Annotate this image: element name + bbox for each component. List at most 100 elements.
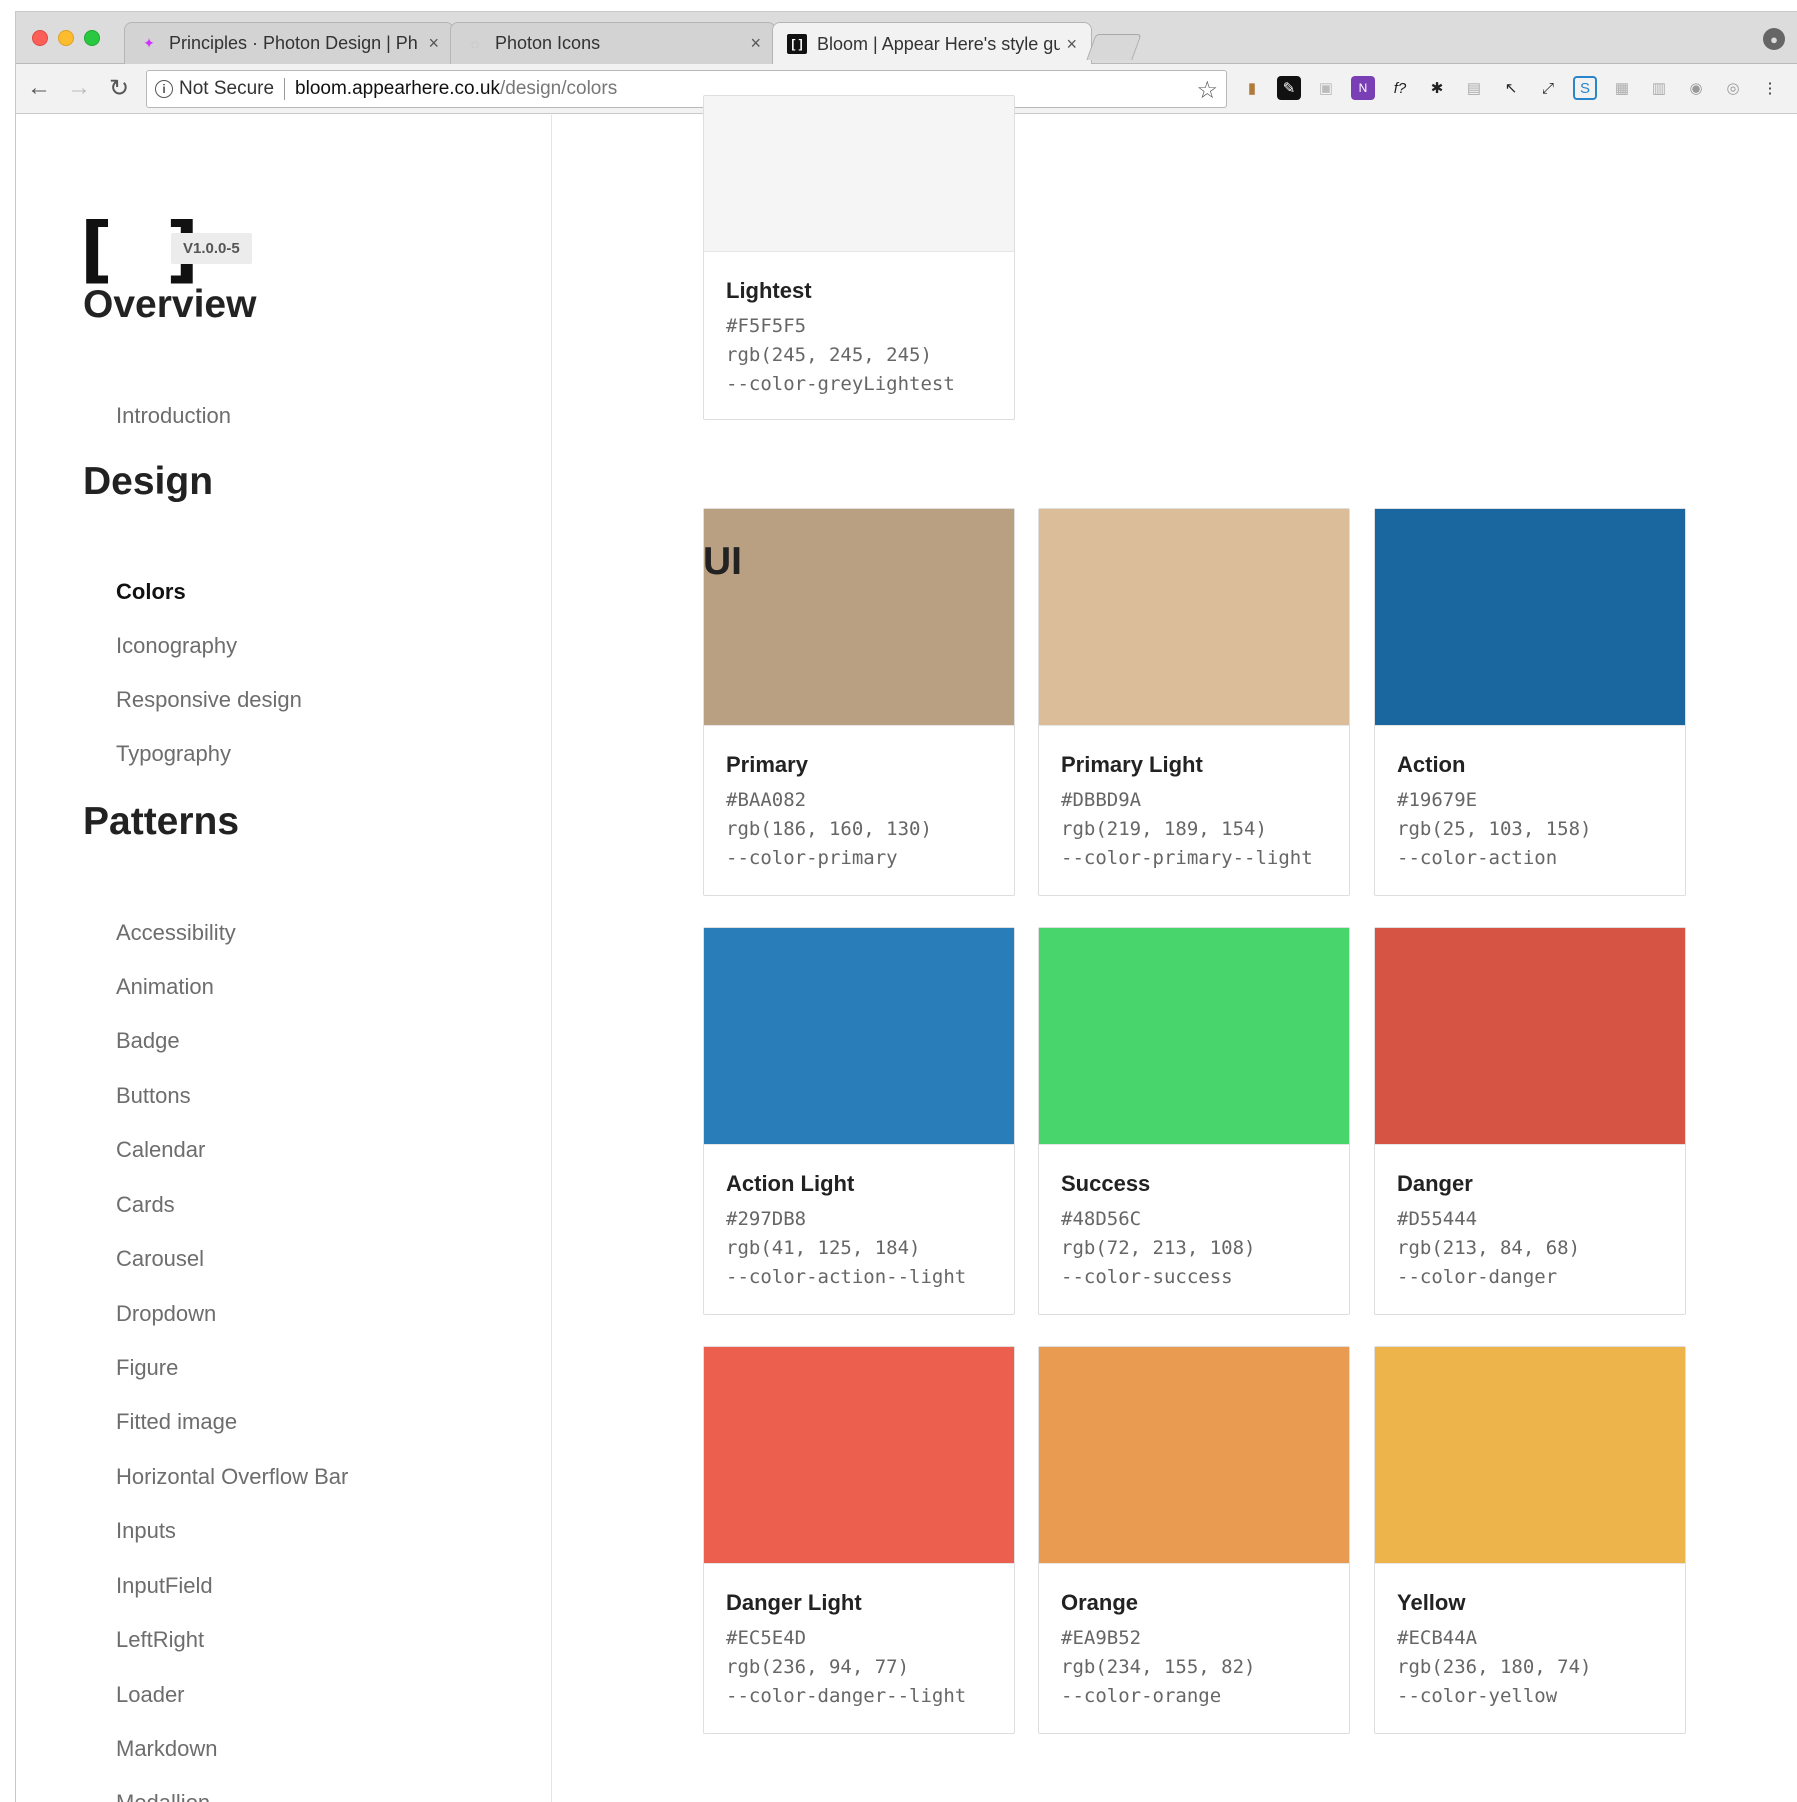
sidebar-item-buttons[interactable]: Buttons — [116, 1083, 191, 1109]
color-variable: --color-primary--light — [1061, 847, 1313, 869]
color-name: Success — [1061, 1171, 1151, 1196]
tab-close-icon[interactable]: × — [1066, 34, 1077, 55]
color-rgb: rgb(186, 160, 130) — [726, 818, 932, 840]
color-card: Danger Light #EC5E4D rgb(236, 94, 77) --col… — [703, 1346, 1015, 1734]
color-card: Orange #EA9B52 rgb(234, 155, 82) --color-or… — [1038, 1346, 1350, 1734]
color-swatch — [1375, 928, 1685, 1145]
folder-extension-icon[interactable]: ▮ — [1240, 76, 1264, 100]
color-hex: #297DB8 — [726, 1208, 807, 1230]
tab-bloom[interactable]: [ ] Bloom | Appear Here's style gu × — [772, 22, 1092, 65]
tab-close-icon[interactable]: × — [428, 33, 439, 54]
color-rgb: rgb(41, 125, 184) — [726, 1237, 921, 1259]
sidebar-item-dropdown[interactable]: Dropdown — [116, 1301, 216, 1327]
sidebar-item-responsive-design[interactable]: Responsive design — [116, 687, 302, 713]
sidebar-item-loader[interactable]: Loader — [116, 1682, 185, 1708]
color-variable: --color-danger--light — [726, 1685, 967, 1707]
picker-extension-icon[interactable]: ✱ — [1425, 76, 1449, 100]
chart-extension-icon[interactable]: ▥ — [1647, 76, 1671, 100]
bookmark-star-icon[interactable]: ☆ — [1196, 76, 1218, 105]
color-hex: #ECB44A — [1397, 1627, 1478, 1649]
color-rgb: rgb(236, 94, 77) — [726, 1656, 910, 1678]
close-window-button[interactable] — [32, 30, 48, 46]
tab-close-icon[interactable]: × — [750, 33, 761, 54]
color-variable: --color-action — [1397, 847, 1558, 869]
color-rgb: rgb(236, 180, 74) — [1397, 1656, 1592, 1678]
sidebar-item-medallion[interactable]: Medallion — [116, 1790, 210, 1802]
new-tab-button[interactable] — [1086, 34, 1142, 60]
resize-extension-icon[interactable]: ⤢ — [1536, 76, 1560, 100]
color-name: Lightest — [726, 278, 812, 303]
sidebar-item-badge[interactable]: Badge — [116, 1028, 180, 1054]
color-hex: #F5F5F5 — [726, 315, 807, 337]
screenshot-extension-icon[interactable]: S — [1573, 76, 1597, 100]
reader-extension-icon[interactable]: ▣ — [1314, 76, 1338, 100]
circle-extension-icon[interactable]: ◎ — [1721, 76, 1745, 100]
sidebar-item-cards[interactable]: Cards — [116, 1192, 175, 1218]
sidebar-item-iconography[interactable]: Iconography — [116, 633, 237, 659]
color-card-lightest: Lightest #F5F5F5 rgb(245, 245, 245) --co… — [703, 95, 1015, 420]
forward-arrow-icon[interactable]: → — [64, 72, 94, 104]
sidebar-item-inputfield[interactable]: InputField — [116, 1573, 213, 1599]
color-name: Danger — [1397, 1171, 1473, 1196]
color-swatch — [1039, 509, 1349, 726]
sidebar: [ ] V1.0.0-5 Overview Introduction Desig… — [16, 115, 552, 1802]
version-badge: V1.0.0-5 — [171, 233, 252, 264]
page-extension-icon[interactable]: ▤ — [1462, 76, 1486, 100]
reload-icon[interactable]: ↻ — [104, 72, 134, 104]
page: [ ] V1.0.0-5 Overview Introduction Desig… — [16, 95, 1797, 1802]
section-heading-ui: UI — [703, 540, 742, 583]
color-swatch — [1039, 928, 1349, 1145]
zoom-window-button[interactable] — [84, 30, 100, 46]
camera-extension-icon[interactable]: ◉ — [1684, 76, 1708, 100]
sidebar-item-markdown[interactable]: Markdown — [116, 1736, 217, 1762]
sidebar-item-accessibility[interactable]: Accessibility — [116, 920, 236, 946]
sidebar-item-fitted-image[interactable]: Fitted image — [116, 1409, 237, 1435]
back-arrow-icon[interactable]: ← — [24, 72, 54, 104]
cursor-extension-icon[interactable]: ↖ — [1499, 76, 1523, 100]
menu-kebab-icon[interactable]: ⋮ — [1758, 76, 1782, 100]
sidebar-item-animation[interactable]: Animation — [116, 974, 214, 1000]
color-swatch — [704, 509, 1014, 726]
sidebar-item-carousel[interactable]: Carousel — [116, 1246, 204, 1272]
sidebar-item-introduction[interactable]: Introduction — [116, 403, 231, 429]
profile-icon[interactable]: ● — [1763, 28, 1785, 50]
color-swatch — [704, 96, 1014, 252]
sidebar-item-colors[interactable]: Colors — [116, 579, 186, 605]
nav-section-patterns: Patterns — [83, 800, 240, 843]
info-icon[interactable]: i — [155, 80, 173, 98]
tab-principles[interactable]: ✦ Principles · Photon Design | Ph × — [124, 22, 454, 64]
color-card: Danger #D55444 rgb(213, 84, 68) --color-dan… — [1374, 927, 1686, 1315]
sidebar-item-horizontal-overflow-bar[interactable]: Horizontal Overflow Bar — [116, 1464, 348, 1490]
onenote-extension-icon[interactable]: N — [1351, 76, 1375, 100]
color-hex: #BAA082 — [726, 789, 807, 811]
color-variable: --color-action--light — [726, 1266, 967, 1288]
sidebar-item-figure[interactable]: Figure — [116, 1355, 178, 1381]
color-rgb: rgb(245, 245, 245) — [726, 344, 932, 366]
color-variable: --color-success — [1061, 1266, 1233, 1288]
sidebar-item-inputs[interactable]: Inputs — [116, 1518, 176, 1544]
color-hex: #DBBD9A — [1061, 789, 1142, 811]
security-label: Not Secure — [179, 78, 275, 99]
color-swatch — [1375, 509, 1685, 726]
color-card: Primary #BAA082 rgb(186, 160, 130) --color-… — [703, 508, 1015, 896]
color-variable: --color-primary — [726, 847, 898, 869]
minimize-window-button[interactable] — [58, 30, 74, 46]
pen-extension-icon[interactable]: ✎ — [1277, 76, 1301, 100]
tab-photon-icons[interactable]: ◌ Photon Icons × — [450, 22, 776, 64]
tab-title: Photon Icons — [495, 33, 601, 53]
sidebar-item-calendar[interactable]: Calendar — [116, 1137, 205, 1163]
sidebar-item-typography[interactable]: Typography — [116, 741, 231, 767]
color-name: Primary Light — [1061, 752, 1203, 777]
sidebar-item-leftright[interactable]: LeftRight — [116, 1627, 204, 1653]
color-name: Yellow — [1397, 1590, 1466, 1615]
address-bar[interactable]: i Not Secure bloom.appearhere.co.uk/desi… — [146, 70, 1227, 108]
tab-title: Bloom | Appear Here's style gu — [817, 33, 1061, 54]
tab-title: Principles · Photon Design | Ph — [169, 33, 418, 53]
bloom-logo-icon: [ ] — [787, 34, 807, 54]
color-name: Action Light — [726, 1171, 855, 1196]
color-swatch — [1039, 1347, 1349, 1564]
font-extension-icon[interactable]: f? — [1388, 76, 1412, 100]
grey-extension-icon[interactable]: ▦ — [1610, 76, 1634, 100]
url-host: bloom.appearhere.co.uk — [295, 78, 500, 99]
nav-section-overview: Overview — [83, 283, 257, 326]
